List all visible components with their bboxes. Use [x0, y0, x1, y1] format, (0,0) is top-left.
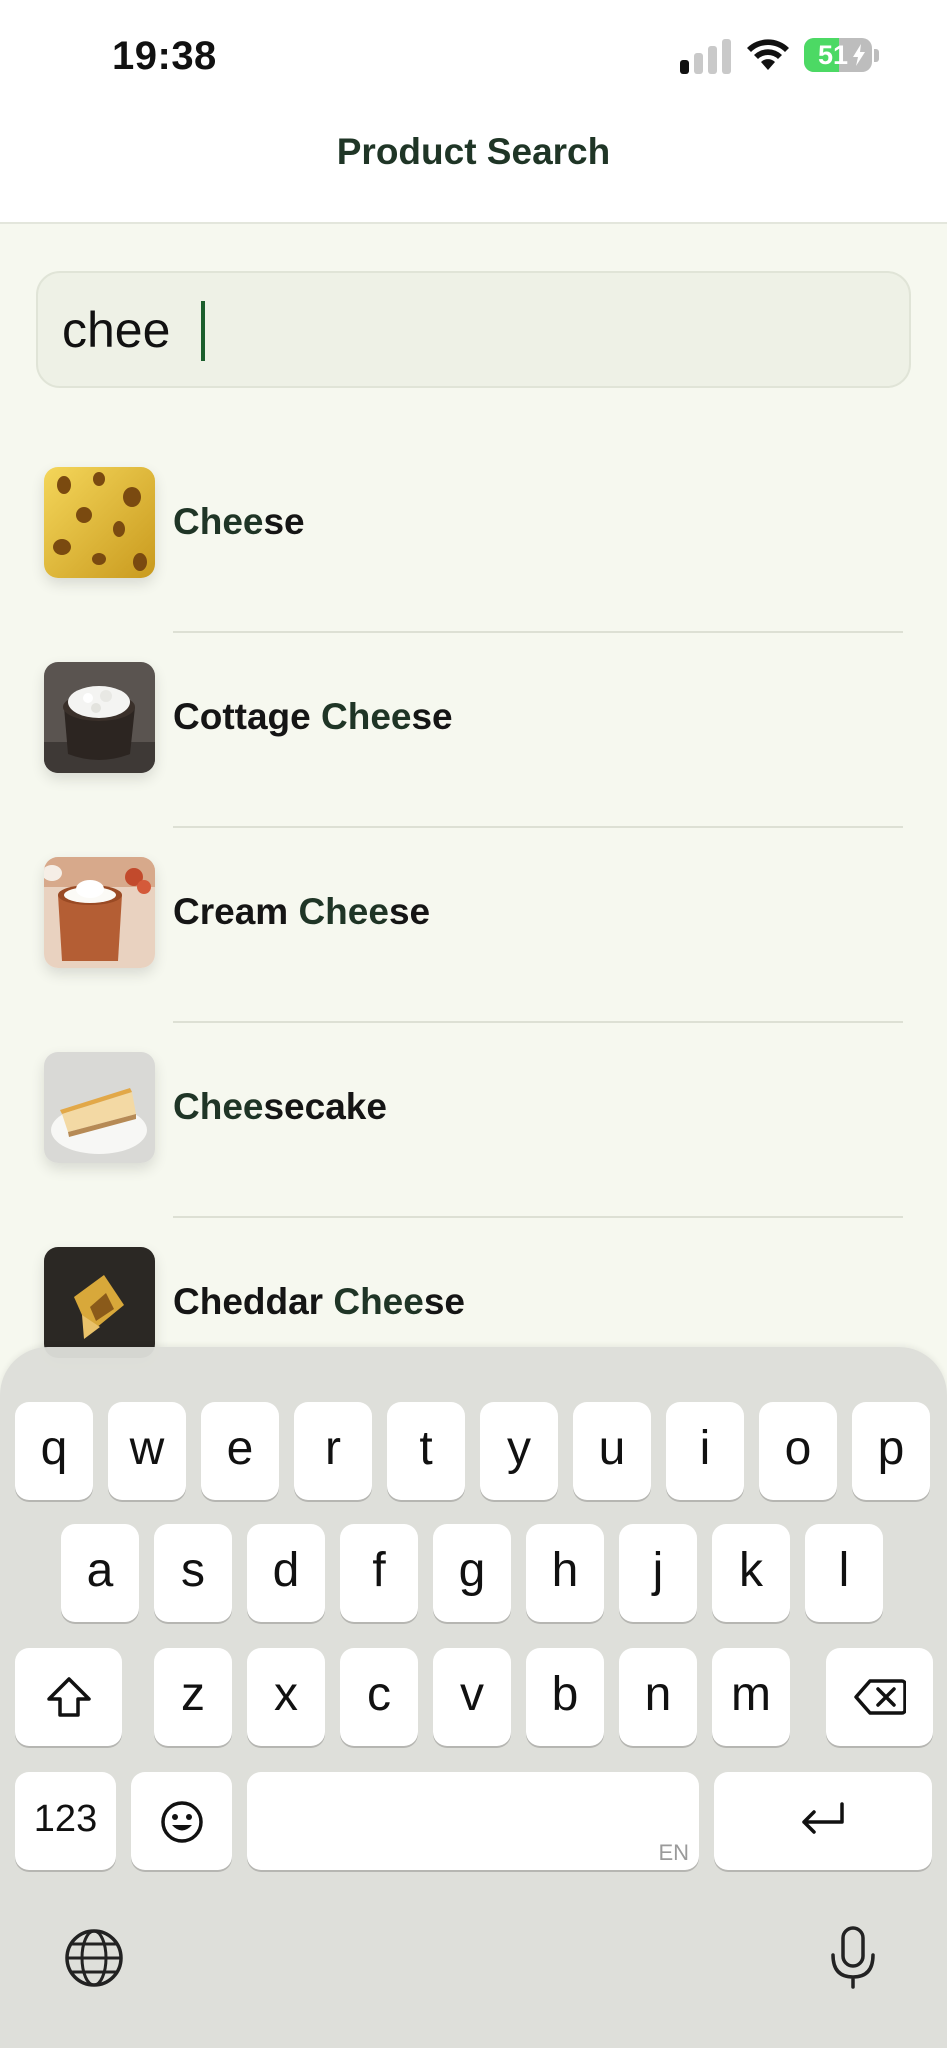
key-r[interactable]: r: [294, 1402, 372, 1500]
result-label: Cheese: [173, 501, 305, 542]
key-q[interactable]: q: [15, 1402, 93, 1500]
match-highlight: Chee: [298, 891, 389, 932]
keyboard-language-indicator: EN: [658, 1840, 689, 1865]
search-field-container[interactable]: [36, 271, 911, 388]
key-p[interactable]: p: [852, 1402, 930, 1500]
key-k[interactable]: k: [712, 1524, 790, 1622]
battery-icon: 51: [804, 38, 872, 72]
key-z[interactable]: z: [154, 1648, 232, 1746]
result-label: Cheesecake: [173, 1086, 387, 1127]
return-icon: [802, 1802, 844, 1834]
cream-cheese-thumbnail: [44, 857, 155, 968]
result-label: Cream Cheese: [173, 891, 431, 932]
key-n[interactable]: n: [619, 1648, 697, 1746]
key-s[interactable]: s: [154, 1524, 232, 1622]
key-c[interactable]: c: [340, 1648, 418, 1746]
key-u[interactable]: u: [573, 1402, 651, 1500]
charging-bolt-icon: [853, 44, 865, 66]
onscreen-keyboard: q w e r t y u i o p a s d f g h j k l z …: [0, 1347, 947, 2048]
key-l[interactable]: l: [805, 1524, 883, 1622]
key-f[interactable]: f: [340, 1524, 418, 1622]
key-a[interactable]: a: [61, 1524, 139, 1622]
match-highlight: Chee: [333, 1281, 424, 1322]
result-label: Cheddar Cheese: [173, 1281, 465, 1322]
text-caret: [201, 301, 205, 361]
search-results-list: Cheese Cottage Cheese Cream Cheese Chees…: [0, 438, 947, 1413]
result-item-cottage-cheese[interactable]: Cottage Cheese: [0, 633, 947, 828]
key-m[interactable]: m: [712, 1648, 790, 1746]
key-t[interactable]: t: [387, 1402, 465, 1500]
delete-icon: [854, 1679, 906, 1715]
emoji-key[interactable]: [131, 1772, 232, 1870]
match-highlight: Chee: [321, 696, 412, 737]
space-key[interactable]: EN: [247, 1772, 699, 1870]
globe-icon[interactable]: [63, 1927, 125, 1989]
wifi-icon: [747, 39, 789, 70]
status-time: 19:38: [112, 34, 217, 78]
result-item-cheesecake[interactable]: Cheesecake: [0, 1023, 947, 1218]
key-y[interactable]: y: [480, 1402, 558, 1500]
product-search-screen: 19:38 51 Product Search chee Cheese Cott…: [0, 0, 947, 2048]
return-key[interactable]: [714, 1772, 932, 1870]
key-i[interactable]: i: [666, 1402, 744, 1500]
cottage-cheese-thumbnail: [44, 662, 155, 773]
status-bar: 19:38 51: [0, 0, 947, 105]
battery-tip: [874, 49, 879, 62]
key-b[interactable]: b: [526, 1648, 604, 1746]
match-highlight: Chee: [173, 501, 264, 542]
microphone-icon[interactable]: [827, 1925, 879, 1991]
result-item-cream-cheese[interactable]: Cream Cheese: [0, 828, 947, 1023]
shift-icon: [47, 1677, 91, 1717]
key-d[interactable]: d: [247, 1524, 325, 1622]
cellular-signal-icon: [680, 38, 732, 74]
key-v[interactable]: v: [433, 1648, 511, 1746]
search-input[interactable]: [62, 273, 882, 386]
key-o[interactable]: o: [759, 1402, 837, 1500]
key-h[interactable]: h: [526, 1524, 604, 1622]
cheese-thumbnail: [44, 467, 155, 578]
result-label: Cottage Cheese: [173, 696, 453, 737]
key-w[interactable]: w: [108, 1402, 186, 1500]
key-j[interactable]: j: [619, 1524, 697, 1622]
result-item-cheese[interactable]: Cheese: [0, 438, 947, 633]
cheddar-cheese-thumbnail: [44, 1247, 155, 1358]
navigation-bar: Product Search: [0, 105, 947, 224]
shift-key[interactable]: [15, 1648, 122, 1746]
key-e[interactable]: e: [201, 1402, 279, 1500]
key-x[interactable]: x: [247, 1648, 325, 1746]
cheesecake-thumbnail: [44, 1052, 155, 1163]
page-title: Product Search: [336, 131, 611, 172]
emoji-icon: [161, 1801, 203, 1843]
numbers-key[interactable]: 123: [15, 1772, 116, 1870]
delete-key[interactable]: [826, 1648, 933, 1746]
key-g[interactable]: g: [433, 1524, 511, 1622]
match-highlight: Chee: [173, 1086, 264, 1127]
